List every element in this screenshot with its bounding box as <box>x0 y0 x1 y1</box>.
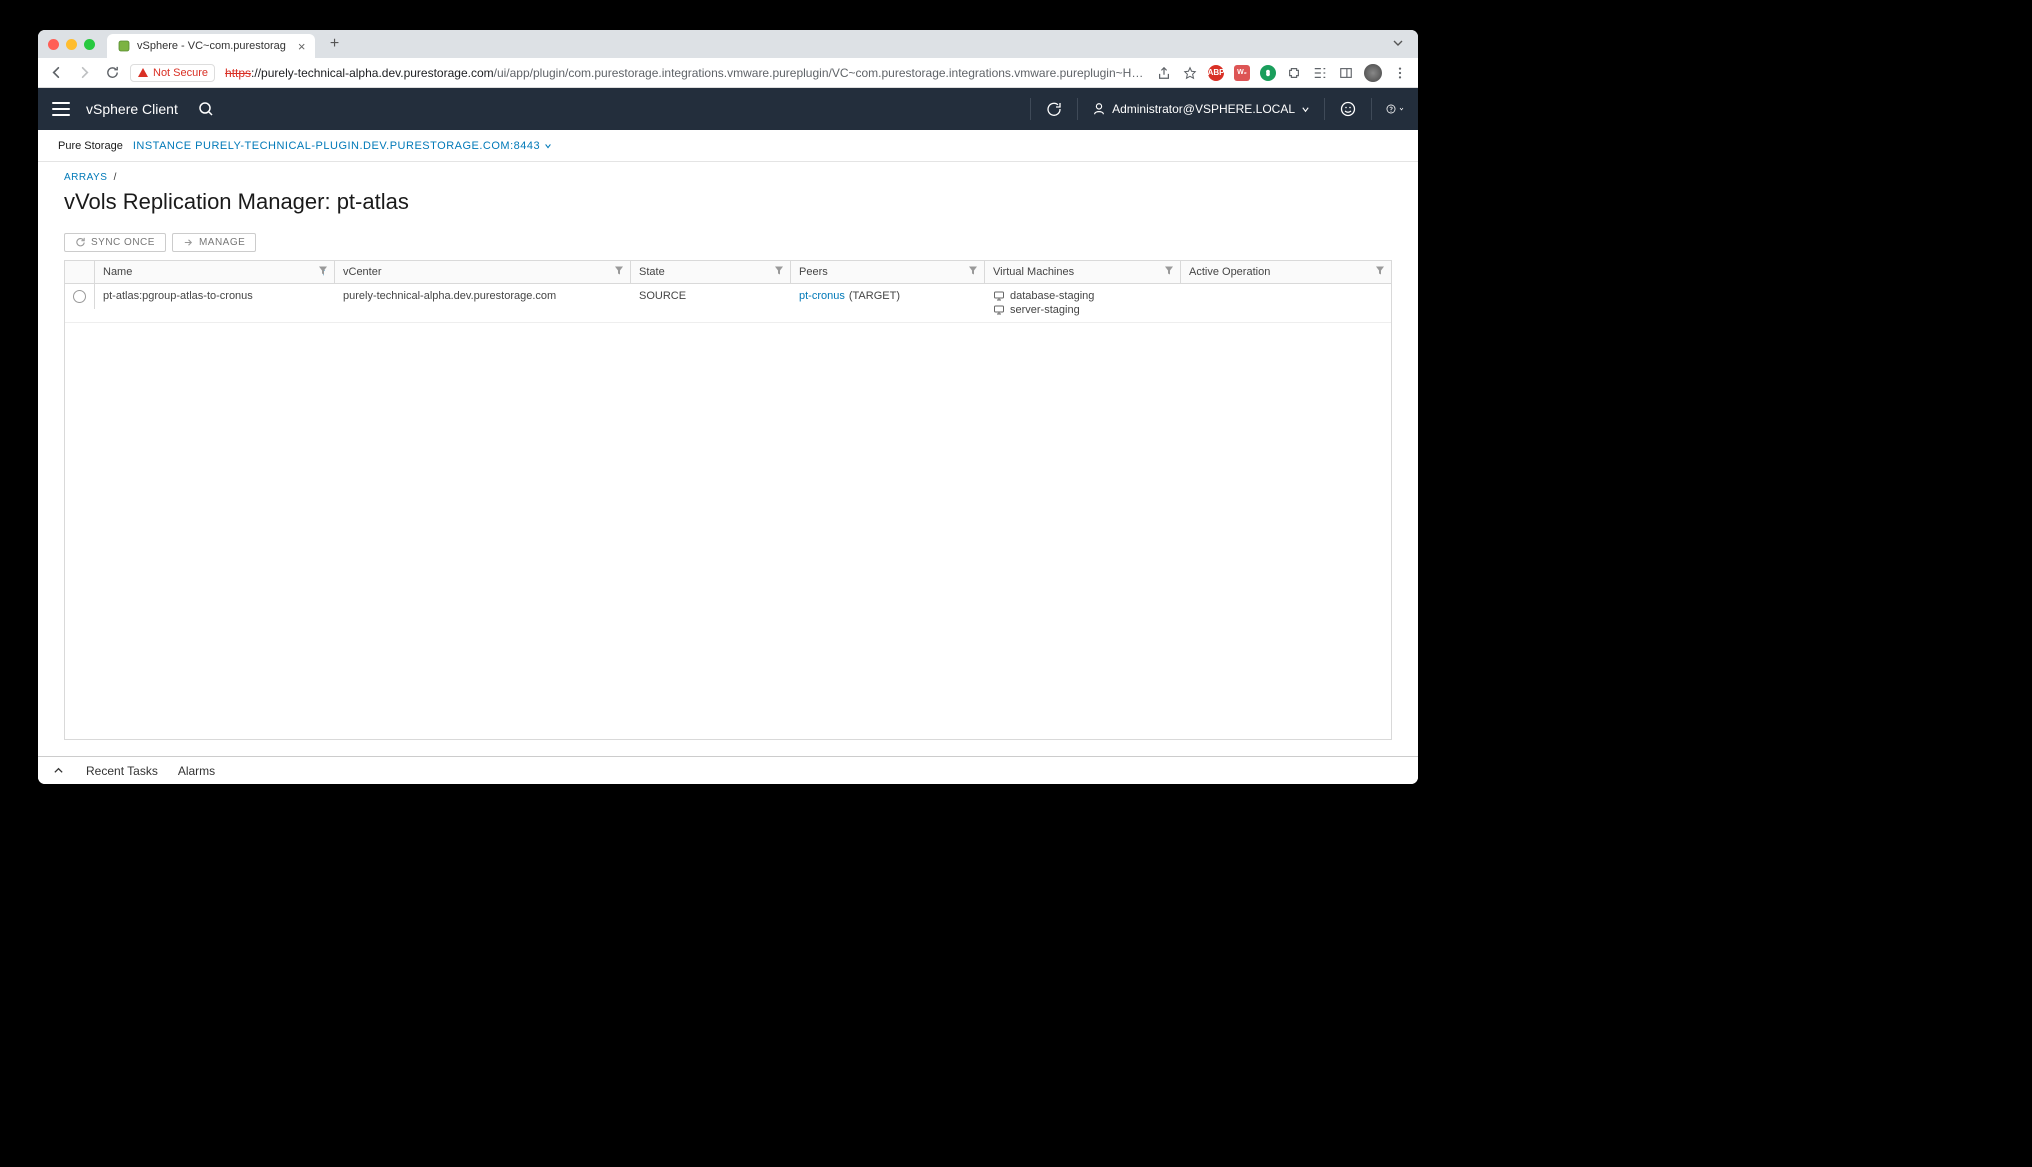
cell-state: SOURCE <box>631 284 791 308</box>
replication-table: Name ↑ vCenter State Peers Virtual <box>64 260 1392 740</box>
col-name[interactable]: Name ↑ <box>95 261 335 283</box>
close-window-button[interactable] <box>48 39 59 50</box>
user-icon <box>1092 102 1106 116</box>
col-op[interactable]: Active Operation <box>1181 261 1391 283</box>
cell-op <box>1181 284 1391 296</box>
reading-list-icon[interactable] <box>1312 65 1328 81</box>
filter-icon[interactable] <box>608 266 624 279</box>
manage-button[interactable]: MANAGE <box>172 233 256 252</box>
vm-icon <box>993 290 1005 302</box>
new-tab-button[interactable]: + <box>323 33 345 55</box>
profile-avatar[interactable] <box>1364 64 1382 82</box>
url-field[interactable]: https://purely-technical-alpha.dev.pures… <box>225 66 1146 80</box>
sync-icon <box>75 237 86 248</box>
forward-button[interactable] <box>76 65 92 81</box>
search-icon[interactable] <box>198 101 214 117</box>
app-title: vSphere Client <box>86 101 178 117</box>
cell-vms: database-staging server-staging <box>985 284 1181 322</box>
share-icon[interactable] <box>1156 65 1172 81</box>
filter-icon[interactable] <box>312 266 328 279</box>
col-peers[interactable]: Peers <box>791 261 985 283</box>
browser-address-bar: Not Secure https://purely-technical-alph… <box>38 58 1418 88</box>
reload-button[interactable] <box>104 65 120 81</box>
security-badge[interactable]: Not Secure <box>130 64 215 82</box>
user-menu[interactable]: Administrator@VSPHERE.LOCAL <box>1092 102 1310 116</box>
sync-once-button[interactable]: SYNC ONCE <box>64 233 166 252</box>
warning-triangle-icon <box>137 67 149 79</box>
col-vms[interactable]: Virtual Machines <box>985 261 1181 283</box>
extensions-puzzle-icon[interactable] <box>1286 65 1302 81</box>
breadcrumb-arrays[interactable]: ARRAYS <box>64 172 107 183</box>
table-header: Name ↑ vCenter State Peers Virtual <box>65 261 1391 284</box>
maximize-window-button[interactable] <box>84 39 95 50</box>
col-vcenter[interactable]: vCenter <box>335 261 631 283</box>
browser-tab-title: vSphere - VC~com.purestorag <box>137 40 286 52</box>
col-state[interactable]: State <box>631 261 791 283</box>
filter-icon[interactable] <box>1158 266 1174 279</box>
tab-recent-tasks[interactable]: Recent Tasks <box>86 764 158 778</box>
vm-item: server-staging <box>993 304 1094 316</box>
vm-icon <box>993 304 1005 316</box>
browser-tab[interactable]: vSphere - VC~com.purestorag × <box>107 34 315 58</box>
chevron-down-icon <box>1301 105 1310 114</box>
chevron-down-icon <box>544 142 552 150</box>
table-body: pt-atlas:pgroup-atlas-to-cronus purely-t… <box>65 284 1391 739</box>
bookmark-star-icon[interactable] <box>1182 65 1198 81</box>
browser-window: vSphere - VC~com.purestorag × + Not Secu… <box>38 30 1418 784</box>
panel-toggle-icon[interactable] <box>1338 65 1354 81</box>
minimize-window-button[interactable] <box>66 39 77 50</box>
peer-link[interactable]: pt-cronus <box>799 290 845 302</box>
table-row[interactable]: pt-atlas:pgroup-atlas-to-cronus purely-t… <box>65 284 1391 323</box>
user-name: Administrator@VSPHERE.LOCAL <box>1112 102 1295 116</box>
back-button[interactable] <box>48 65 64 81</box>
main-content: ARRAYS / vVols Replication Manager: pt-a… <box>38 162 1418 756</box>
refresh-icon[interactable] <box>1045 100 1063 118</box>
footer-panel: Recent Tasks Alarms <box>38 756 1418 784</box>
row-radio[interactable] <box>73 290 86 303</box>
filter-icon[interactable] <box>1369 266 1385 279</box>
plugin-label: Pure Storage <box>58 140 123 152</box>
vsphere-header: vSphere Client Administrator@VSPHERE.LOC… <box>38 88 1418 130</box>
page-title: vVols Replication Manager: pt-atlas <box>64 189 1392 215</box>
close-tab-icon[interactable]: × <box>298 39 306 54</box>
extension-abp-icon[interactable]: ABP <box>1208 65 1224 81</box>
cell-peers: pt-cronus (TARGET) <box>791 284 985 308</box>
help-icon[interactable] <box>1386 100 1404 118</box>
browser-tab-bar: vSphere - VC~com.purestorag × + <box>38 30 1418 58</box>
menu-hamburger-icon[interactable] <box>52 102 70 116</box>
tab-overflow-button[interactable] <box>1392 37 1408 52</box>
extension-green-icon[interactable] <box>1260 65 1276 81</box>
arrow-right-icon <box>183 237 194 248</box>
col-select <box>65 261 95 283</box>
peer-suffix: (TARGET) <box>849 290 900 302</box>
chevron-down-icon <box>1399 105 1404 113</box>
cell-vcenter: purely-technical-alpha.dev.purestorage.c… <box>335 284 631 308</box>
vm-item: database-staging <box>993 290 1094 302</box>
sub-header: Pure Storage INSTANCE PURELY-TECHNICAL-P… <box>38 130 1418 162</box>
feedback-icon[interactable] <box>1339 100 1357 118</box>
window-controls <box>48 39 95 50</box>
cell-name: pt-atlas:pgroup-atlas-to-cronus <box>95 284 335 308</box>
security-label: Not Secure <box>153 67 208 79</box>
instance-selector[interactable]: INSTANCE PURELY-TECHNICAL-PLUGIN.DEV.PUR… <box>133 140 552 152</box>
browser-menu-icon[interactable] <box>1392 65 1408 81</box>
filter-icon[interactable] <box>768 266 784 279</box>
extension-badge-icon[interactable]: W₂ <box>1234 65 1250 81</box>
vsphere-favicon-icon <box>117 39 131 53</box>
breadcrumb: ARRAYS / <box>64 172 1392 183</box>
tab-alarms[interactable]: Alarms <box>178 764 215 778</box>
footer-expand-icon[interactable] <box>52 764 66 778</box>
filter-icon[interactable] <box>962 266 978 279</box>
